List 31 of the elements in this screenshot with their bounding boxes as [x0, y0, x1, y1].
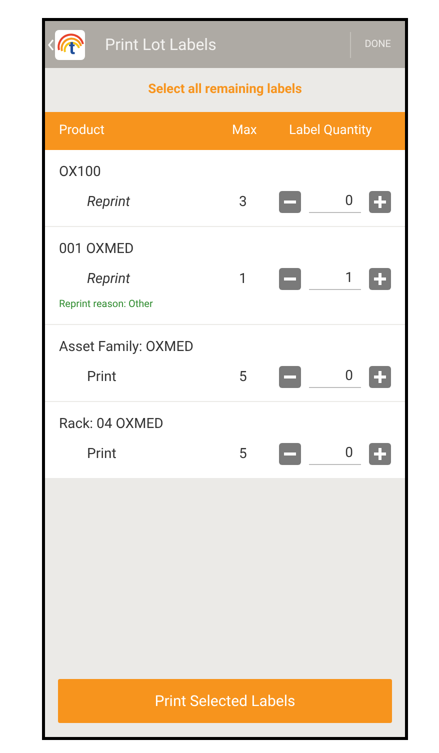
column-header: Product [59, 122, 106, 140]
max-value: 5 [239, 444, 248, 464]
app-logo[interactable]: t [55, 30, 85, 60]
label-action: Reprint [86, 270, 132, 288]
plus-icon[interactable] [369, 443, 391, 465]
screen-title: Print Lot Labels [105, 34, 216, 56]
back-icon[interactable] [48, 38, 54, 50]
max-value: 3 [239, 192, 248, 212]
label-action: Print [86, 368, 118, 386]
minus-icon[interactable] [279, 443, 301, 465]
quantity-field[interactable]: 0 [309, 191, 361, 213]
max-value: 5 [239, 368, 248, 386]
reprint-reason: Reprint reason: Other [59, 298, 154, 312]
product-name: Rack: 04 OXMED [59, 415, 164, 433]
label-action: Print [86, 444, 118, 464]
quantity-field[interactable]: 0 [309, 443, 361, 465]
quantity-field[interactable]: 1 [309, 268, 361, 290]
minus-icon[interactable] [279, 366, 301, 388]
label-action: Reprint [86, 192, 132, 212]
max-value: 1 [239, 270, 248, 288]
product-name: 001 OXMED [59, 240, 135, 258]
quantity-field[interactable]: 0 [309, 366, 361, 388]
minus-icon[interactable] [279, 191, 301, 213]
minus-icon[interactable] [279, 268, 301, 290]
plus-icon[interactable] [369, 191, 391, 213]
column-header: Max [232, 122, 258, 140]
product-name: OX100 [59, 163, 102, 181]
plus-icon[interactable] [369, 366, 391, 388]
plus-icon[interactable] [369, 268, 391, 290]
product-name: Asset Family: OXMED [59, 338, 194, 356]
column-header: Label Quantity [289, 122, 372, 140]
